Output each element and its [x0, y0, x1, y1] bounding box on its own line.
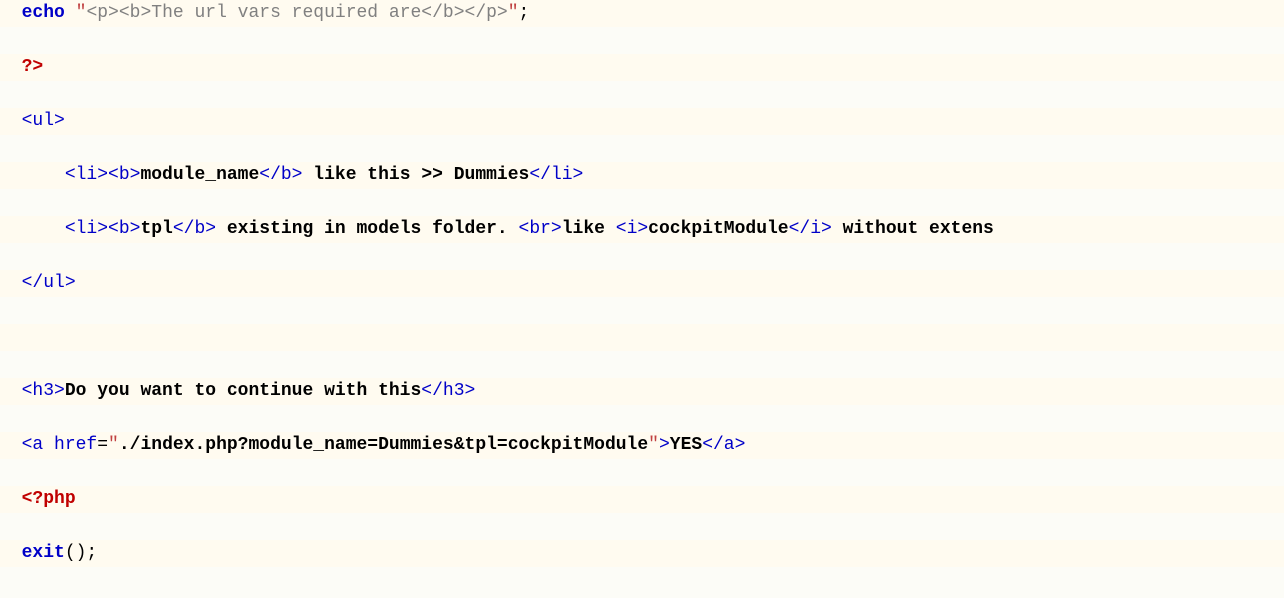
code-line: </ul>: [0, 270, 1284, 297]
html-tag: <br>: [519, 219, 562, 239]
text: cockpitModule: [648, 219, 788, 239]
code-line: <a href="./index.php?module_name=Dummies…: [0, 432, 1284, 459]
code-line: [0, 324, 1284, 351]
html-tag: <li><b>: [65, 219, 141, 239]
text: like: [562, 219, 616, 239]
text: without extens: [832, 219, 994, 239]
html-tag: </b>: [173, 219, 216, 239]
keyword-exit: exit: [22, 543, 65, 563]
html-tag: </b>: [259, 165, 302, 185]
code-line: <ul>: [0, 108, 1284, 135]
html-tag: >: [659, 435, 670, 455]
html-attr: href: [43, 435, 97, 455]
indent: [22, 165, 65, 185]
equals: =: [97, 435, 108, 455]
code-line: [0, 594, 1284, 598]
indent: [22, 219, 65, 239]
code-editor[interactable]: echo "<p><b>The url vars required are</b…: [0, 0, 1284, 598]
html-tag: </a>: [702, 435, 745, 455]
string-quote: ": [76, 3, 87, 23]
html-tag: </i>: [789, 219, 832, 239]
string-content: <p><b>The url vars required are</b></p>: [86, 3, 507, 23]
text: tpl: [140, 219, 172, 239]
html-tag: </ul>: [22, 273, 76, 293]
html-tag: </li>: [529, 165, 583, 185]
keyword-echo: echo: [22, 3, 65, 23]
semicolon: ;: [519, 3, 530, 23]
string-quote: ": [108, 435, 119, 455]
text: like this >> Dummies: [303, 165, 530, 185]
code-line: <h3>Do you want to continue with this</h…: [0, 378, 1284, 405]
href-value: ./index.php?module_name=Dummies&tpl=cock…: [119, 435, 648, 455]
html-tag: </h3>: [421, 381, 475, 401]
php-close-tag: ?>: [22, 57, 44, 77]
link-text: YES: [670, 435, 702, 455]
parens: ();: [65, 543, 97, 563]
code-line: echo "<p><b>The url vars required are</b…: [0, 0, 1284, 27]
html-tag: <li><b>: [65, 165, 141, 185]
code-line: exit();: [0, 540, 1284, 567]
code-line: <li><b>tpl</b> existing in models folder…: [0, 216, 1284, 243]
text: module_name: [140, 165, 259, 185]
html-tag: <i>: [616, 219, 648, 239]
text: Do you want to continue with this: [65, 381, 421, 401]
html-tag: <a: [22, 435, 44, 455]
code-line: <li><b>module_name</b> like this >> Dumm…: [0, 162, 1284, 189]
html-tag: <ul>: [22, 111, 65, 131]
html-tag: <h3>: [22, 381, 65, 401]
string-quote: ": [648, 435, 659, 455]
string-quote: ": [508, 3, 519, 23]
text: existing in models folder.: [216, 219, 518, 239]
code-line: ?>: [0, 54, 1284, 81]
php-open-tag: <?php: [22, 489, 76, 509]
code-line: <?php: [0, 486, 1284, 513]
